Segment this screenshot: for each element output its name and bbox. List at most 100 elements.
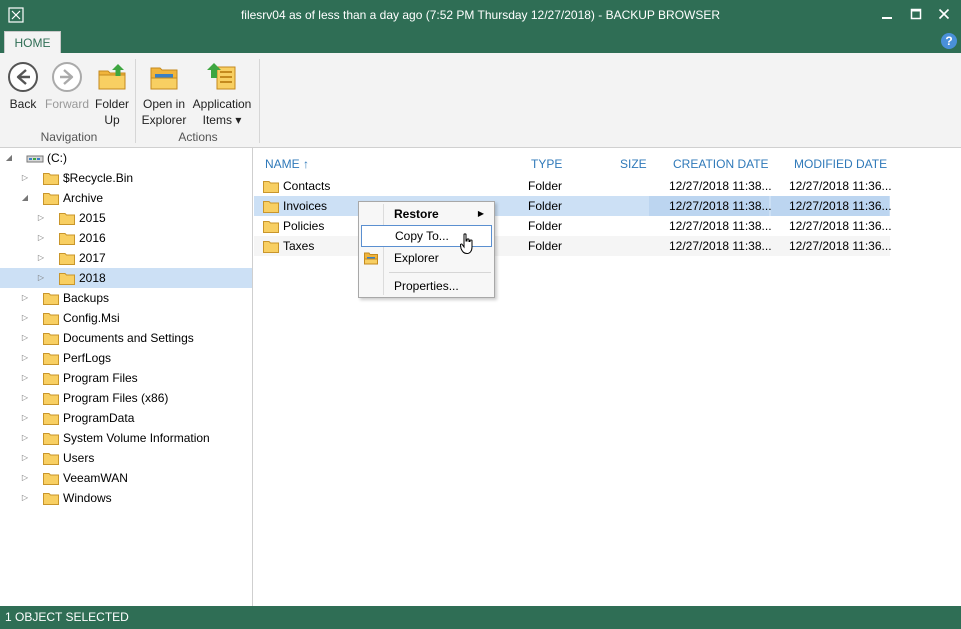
column-header-name[interactable]: NAME ↑ [265,157,309,171]
forward-label: Forward [44,97,89,111]
tree-item-config-msi[interactable]: ▷ Config.Msi [0,308,252,328]
menu-item-restore[interactable]: Restore ▶ [361,203,492,225]
ribbon-tab-strip: HOME ? [0,31,961,54]
forward-button[interactable]: Forward [44,61,90,112]
list-item[interactable]: Invoices Folder 12/27/2018 11:38... 12/2… [254,196,892,216]
tree-item-root[interactable]: ◢ (C:) [0,148,252,168]
forward-arrow-icon [52,62,82,92]
expand-arrow-icon[interactable]: ▷ [20,368,30,388]
tree-item-veeamwan[interactable]: ▷ VeeamWAN [0,468,252,488]
expand-arrow-icon[interactable]: ▷ [36,228,46,248]
tree-item-2015[interactable]: ▷ 2015 [0,208,252,228]
tree-item-system-volume-information[interactable]: ▷ System Volume Information [0,428,252,448]
folder-icon [59,253,75,265]
tree-item-label: PerfLogs [63,351,112,365]
tree-item-documents-and-settings[interactable]: ▷ Documents and Settings [0,328,252,348]
tree-item-programdata[interactable]: ▷ ProgramData [0,408,252,428]
maximize-icon [910,8,922,20]
folder-icon [59,233,75,245]
tree-item-label: VeeamWAN [63,471,128,485]
folder-up-button[interactable]: Folder Up [92,61,132,128]
tree-item-windows[interactable]: ▷ Windows [0,488,252,508]
ribbon: Back Forward Folder Up Navigation Open i… [0,53,961,148]
tree-item-perflogs[interactable]: ▷ PerfLogs [0,348,252,368]
tree-item-label: Backups [63,291,110,305]
tree-item-program-files[interactable]: ▷ Program Files [0,368,252,388]
folder-icon [59,213,75,225]
column-header-label: NAME [265,157,300,171]
tab-home[interactable]: HOME [4,31,61,54]
folder-icon [43,313,59,325]
collapse-arrow-icon[interactable]: ◢ [20,188,30,208]
item-creation-date: 12/27/2018 11:38... [669,239,772,253]
tree-item-label: (C:) [47,151,67,165]
tree-item-2018[interactable]: ▷ 2018 [0,268,252,288]
column-header-size[interactable]: SIZE [620,157,647,171]
tree-item-label: 2018 [79,271,106,285]
tree-item-label: Documents and Settings [63,331,194,345]
window-title: filesrv04 as of less than a day ago (7:5… [240,8,721,22]
tree-item-label: $Recycle.Bin [63,171,134,185]
list-item[interactable]: Contacts Folder 12/27/2018 11:38... 12/2… [254,176,892,196]
tree-item-label: Program Files [63,371,138,385]
column-header-type[interactable]: TYPE [531,157,562,171]
folder-icon [263,181,279,193]
column-header-creation-date[interactable]: CREATION DATE [673,157,769,171]
menu-item-properties[interactable]: Properties... [361,275,492,297]
item-creation-date: 12/27/2018 11:38... [669,219,772,233]
folder-icon [43,393,59,405]
tree-item-users[interactable]: ▷ Users [0,448,252,468]
application-items-label-line2: Items ▾ [202,113,242,127]
tree-item-backups[interactable]: ▷ Backups [0,288,252,308]
back-button[interactable]: Back [4,61,42,112]
menu-separator [389,272,491,273]
folder-icon [43,173,59,185]
help-icon[interactable]: ? [941,33,957,49]
expand-arrow-icon[interactable]: ▷ [20,168,30,188]
expand-arrow-icon[interactable]: ▷ [20,448,30,468]
tree-item-recycle-bin[interactable]: ▷ $Recycle.Bin [0,168,252,188]
minimize-button[interactable] [877,5,897,25]
item-type: Folder [528,219,563,233]
item-name: Policies [283,219,325,233]
open-in-explorer-button[interactable]: Open in Explorer [140,61,188,128]
expand-arrow-icon[interactable]: ▷ [36,268,46,288]
close-button[interactable] [934,5,954,25]
tree-item-label: 2017 [79,251,106,265]
expand-arrow-icon[interactable]: ▷ [20,328,30,348]
expand-arrow-icon[interactable]: ▷ [20,408,30,428]
tree-item-2017[interactable]: ▷ 2017 [0,248,252,268]
expand-arrow-icon[interactable]: ▷ [20,428,30,448]
tree-item-label: Users [63,451,95,465]
expand-arrow-icon[interactable]: ▷ [20,348,30,368]
application-items-button[interactable]: Application Items ▾ [190,61,254,128]
tree-item-archive[interactable]: ◢ Archive [0,188,252,208]
folder-icon [43,493,59,505]
tree-item-2016[interactable]: ▷ 2016 [0,228,252,248]
expand-arrow-icon[interactable]: ▷ [20,288,30,308]
column-header-modified-date[interactable]: MODIFIED DATE [794,157,887,171]
context-menu: Restore ▶ Copy To... Explorer Properties… [358,201,495,298]
menu-item-label: Restore [394,207,439,221]
expand-arrow-icon[interactable]: ▷ [20,468,30,488]
maximize-button[interactable] [906,5,926,25]
tree-item-label: Config.Msi [63,311,120,325]
expand-arrow-icon[interactable]: ▷ [20,308,30,328]
expand-arrow-icon[interactable]: ▷ [36,208,46,228]
tree-item-program-files-x86[interactable]: ▷ Program Files (x86) [0,388,252,408]
list-item[interactable]: Policies Folder 12/27/2018 11:38... 12/2… [254,216,892,236]
item-type: Folder [528,239,563,253]
tree-item-label: System Volume Information [63,431,210,445]
expand-arrow-icon[interactable]: ▷ [20,388,30,408]
folder-icon [263,201,279,213]
list-item[interactable]: Taxes Folder 12/27/2018 11:38... 12/27/2… [254,236,892,256]
item-modified-date: 12/27/2018 11:36... [789,239,892,253]
expand-arrow-icon[interactable]: ▷ [20,488,30,508]
expand-arrow-icon[interactable]: ▷ [36,248,46,268]
close-icon [938,8,950,20]
tree-item-label: 2015 [79,211,106,225]
menu-item-label: Explorer [394,251,439,265]
folder-icon [43,433,59,445]
back-label: Back [9,97,37,111]
collapse-arrow-icon[interactable]: ◢ [4,148,14,168]
